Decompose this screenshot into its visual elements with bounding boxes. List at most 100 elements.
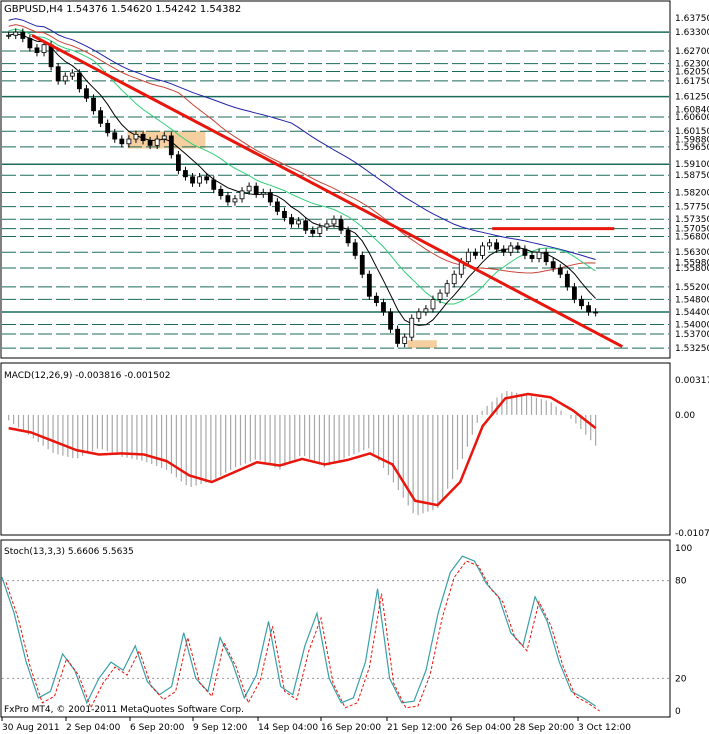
candle-body bbox=[253, 185, 259, 195]
candle-body bbox=[154, 138, 160, 146]
price-axis: 1.637501.633001.627001.623001.620501.617… bbox=[675, 14, 709, 717]
candle-body bbox=[98, 110, 104, 124]
candle-body bbox=[218, 188, 224, 197]
candle-body bbox=[232, 198, 238, 203]
candle-body bbox=[338, 218, 344, 231]
candle-body bbox=[331, 218, 337, 225]
candle-body bbox=[586, 305, 591, 313]
candle-body bbox=[69, 72, 75, 77]
candle-body bbox=[579, 299, 584, 307]
candle-body bbox=[105, 122, 111, 134]
candle-body bbox=[345, 229, 351, 244]
candle-body bbox=[260, 192, 266, 195]
macd-tick-label: -0.01073 bbox=[675, 529, 709, 539]
candle-body bbox=[437, 292, 443, 300]
candle-body bbox=[487, 242, 492, 247]
time-tick-label: 3 Oct 12:00 bbox=[578, 723, 631, 733]
candle-body bbox=[13, 31, 19, 36]
time-tick-label: 26 Sep 04:00 bbox=[451, 723, 511, 733]
macd-panel-frame bbox=[0, 362, 671, 536]
candle-body bbox=[168, 135, 174, 156]
price-tick-label: 1.53250 bbox=[675, 344, 709, 354]
candle-body bbox=[175, 154, 181, 171]
price-tick-label: 1.55800 bbox=[675, 264, 709, 274]
stoch-header: Stoch(13,3,3) 5.6606 5.5635 bbox=[4, 547, 134, 557]
candle-body bbox=[267, 192, 273, 203]
time-tick-label: 9 Sep 12:00 bbox=[193, 723, 248, 733]
stoch-tick-label: 100 bbox=[675, 544, 692, 554]
candle-body bbox=[374, 295, 379, 303]
price-tick-label: 1.63750 bbox=[675, 14, 709, 24]
candle-body bbox=[564, 273, 570, 288]
time-axis: 30 Aug 2011 2 Sep 04:00 6 Sep 20:00 9 Sep 1… bbox=[1, 717, 631, 733]
candle-body bbox=[543, 251, 549, 263]
candle-body bbox=[20, 31, 26, 39]
price-tick-label: 1.54800 bbox=[675, 295, 709, 305]
candle-body bbox=[529, 254, 535, 259]
price-tick-label: 1.63300 bbox=[675, 28, 709, 38]
candle-body bbox=[451, 273, 457, 285]
candle-body bbox=[501, 248, 507, 253]
candle-body bbox=[161, 135, 167, 140]
price-tick-label: 1.54400 bbox=[675, 308, 709, 318]
chart-stage: 1.637501.633001.627001.623001.620501.617… bbox=[0, 0, 709, 733]
candle-body bbox=[76, 72, 82, 90]
candle-body bbox=[190, 176, 195, 184]
candle-body bbox=[536, 251, 542, 259]
candle-body bbox=[465, 251, 471, 263]
candle-body bbox=[41, 44, 47, 53]
candle-body bbox=[430, 299, 436, 310]
time-tick-label: 21 Sep 12:00 bbox=[387, 723, 447, 733]
candle-body bbox=[402, 336, 408, 344]
candle-body bbox=[416, 311, 422, 319]
candle-body bbox=[515, 245, 521, 250]
candle-body bbox=[183, 170, 188, 178]
candle-body bbox=[6, 34, 12, 37]
candle-body bbox=[395, 328, 401, 344]
price-tick-label: 1.55200 bbox=[675, 283, 709, 293]
price-tick-label: 1.56300 bbox=[675, 248, 709, 258]
candle-body bbox=[310, 229, 316, 234]
stoch-tick-label: 0 bbox=[675, 707, 681, 717]
candle-body bbox=[126, 138, 132, 145]
candle-body bbox=[289, 217, 294, 225]
candle-body bbox=[296, 220, 302, 225]
candle-body bbox=[508, 245, 514, 253]
candle-body bbox=[140, 133, 146, 142]
candle-body bbox=[423, 308, 429, 313]
candle-body bbox=[366, 273, 372, 297]
candle-body bbox=[147, 140, 153, 146]
time-tick-label: 30 Aug 2011 bbox=[2, 723, 60, 733]
candle-body bbox=[55, 66, 61, 82]
price-tick-label: 1.61250 bbox=[675, 93, 709, 103]
macd-tick-label: 0.00317 bbox=[675, 376, 709, 386]
candle-body bbox=[225, 195, 231, 203]
price-tick-label: 1.56800 bbox=[675, 233, 709, 243]
candle-body bbox=[211, 179, 217, 190]
candle-body bbox=[557, 267, 563, 275]
candle-body bbox=[550, 261, 556, 269]
price-tick-label: 1.58750 bbox=[675, 171, 709, 181]
price-tick-label: 1.59100 bbox=[675, 160, 709, 170]
price-tick-label: 1.57750 bbox=[675, 203, 709, 213]
candle-body bbox=[324, 223, 330, 228]
highlight-zone bbox=[407, 340, 437, 349]
candle-body bbox=[480, 245, 485, 256]
candle-body bbox=[84, 88, 89, 99]
candle-body bbox=[352, 242, 358, 256]
candle-body bbox=[91, 97, 96, 112]
candle-body bbox=[204, 176, 210, 181]
candle-body bbox=[381, 302, 386, 313]
candle-body bbox=[34, 47, 40, 53]
candle-body bbox=[239, 190, 245, 200]
candle-body bbox=[246, 185, 252, 192]
candle-body bbox=[119, 138, 125, 145]
candle-body bbox=[62, 75, 68, 82]
price-tick-label: 1.60600 bbox=[675, 113, 709, 123]
price-tick-label: 1.53700 bbox=[675, 330, 709, 340]
price-tick-label: 1.59650 bbox=[675, 143, 709, 153]
price-tick-label: 1.58200 bbox=[675, 189, 709, 199]
candle-body bbox=[282, 210, 287, 219]
time-tick-label: 16 Sep 20:00 bbox=[321, 723, 381, 733]
copyright-footer: FxPro MT4, © 2001-2011 MetaQuotes Softwa… bbox=[4, 705, 244, 715]
